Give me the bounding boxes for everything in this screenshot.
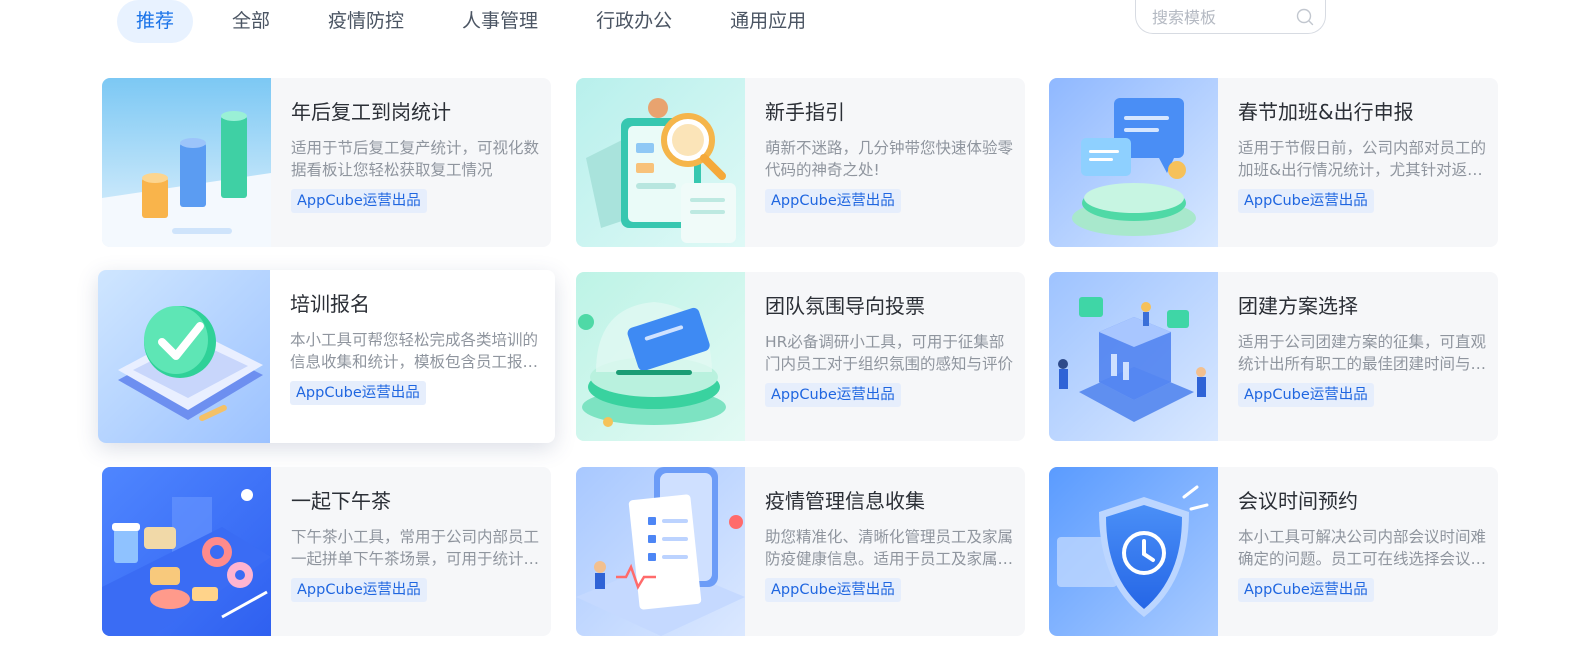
card-title: 新手指引 (765, 100, 845, 124)
publisher-badge: AppCube运营出品 (765, 189, 901, 213)
search-box (1135, 0, 1326, 34)
publisher-badge: AppCube运营出品 (1238, 189, 1374, 213)
ballot-box-illustration (576, 272, 745, 441)
checkmark-illustration (98, 270, 270, 443)
search-input[interactable] (1152, 4, 1292, 30)
tab-all[interactable]: 全部 (213, 0, 289, 43)
publisher-badge: AppCube运营出品 (1238, 578, 1374, 602)
publisher-badge: AppCube运营出品 (291, 578, 427, 602)
card-description: 助您精准化、清晰化管理员工及家属防疫健康信息。适用于员工及家属信息登记 (765, 528, 1014, 568)
card-description: 萌新不迷路，几分钟带您快速体验零代码的神奇之处! (765, 139, 1014, 179)
card-description: 适用于公司团建方案的征集，可直观统计出所有职工的最佳团建时间与方案 (1238, 333, 1487, 373)
template-card[interactable]: 年后复工到岗统计 适用于节后复工复产统计，可视化数据看板让您轻松获取复工情况 A… (102, 78, 551, 247)
card-title: 培训报名 (290, 292, 370, 316)
card-description: 适用于节后复工复产统计，可视化数据看板让您轻松获取复工情况 (291, 139, 540, 179)
template-card[interactable]: 一起下午茶 下午茶小工具，常用于公司内部员工一起拼单下午茶场景，可用于统计订单 … (102, 467, 551, 636)
card-title: 春节加班&出行申报 (1238, 100, 1414, 124)
publisher-badge: AppCube运营出品 (1238, 383, 1374, 407)
template-card[interactable]: 团队氛围导向投票 HR必备调研小工具，可用于征集部门内员工对于组织氛围的感知与评… (576, 272, 1025, 441)
publisher-badge: AppCube运营出品 (291, 189, 427, 213)
card-description: HR必备调研小工具，可用于征集部门内员工对于组织氛围的感知与评价 (765, 333, 1014, 373)
template-card[interactable]: 培训报名 本小工具可帮您轻松完成各类培训的信息收集和统计，模板包含员工报名信息 … (98, 270, 555, 443)
card-description: 本小工具可帮您轻松完成各类培训的信息收集和统计，模板包含员工报名信息 (290, 331, 539, 371)
card-title: 一起下午茶 (291, 489, 391, 513)
tab-epidemic-prevention[interactable]: 疫情防控 (309, 0, 423, 43)
card-description: 本小工具可解决公司内部会议时间难确定的问题。员工可在线选择会议时间 (1238, 528, 1487, 568)
template-card[interactable]: 疫情管理信息收集 助您精准化、清晰化管理员工及家属防疫健康信息。适用于员工及家属… (576, 467, 1025, 636)
publisher-badge: AppCube运营出品 (765, 578, 901, 602)
card-title: 会议时间预约 (1238, 489, 1358, 513)
template-card[interactable]: 新手指引 萌新不迷路，几分钟带您快速体验零代码的神奇之处! AppCube运营出… (576, 78, 1025, 247)
bar-chart-illustration (102, 78, 271, 247)
template-card[interactable]: 团建方案选择 适用于公司团建方案的征集，可直观统计出所有职工的最佳团建时间与方案… (1049, 272, 1498, 441)
card-description: 适用于节假日前，公司内部对员工的加班&出行情况统计，尤其针对返乡人员的统计 (1238, 139, 1487, 179)
card-title: 年后复工到岗统计 (291, 100, 451, 124)
card-description: 下午茶小工具，常用于公司内部员工一起拼单下午茶场景，可用于统计订单 (291, 528, 540, 568)
tab-recommended[interactable]: 推荐 (117, 0, 194, 43)
search-icon[interactable] (1295, 7, 1315, 27)
tab-general-apps[interactable]: 通用应用 (711, 0, 825, 43)
template-card[interactable]: 会议时间预约 本小工具可解决公司内部会议时间难确定的问题。员工可在线选择会议时间… (1049, 467, 1498, 636)
card-title: 团建方案选择 (1238, 294, 1358, 318)
health-form-illustration (576, 467, 745, 636)
card-title: 团队氛围导向投票 (765, 294, 925, 318)
afternoon-tea-illustration (102, 467, 271, 636)
category-tabs: 推荐 全部 疫情防控 人事管理 行政办公 通用应用 (117, 0, 845, 43)
tab-admin-office[interactable]: 行政办公 (577, 0, 691, 43)
template-card[interactable]: 春节加班&出行申报 适用于节假日前，公司内部对员工的加班&出行情况统计，尤其针对… (1049, 78, 1498, 247)
card-title: 疫情管理信息收集 (765, 489, 925, 513)
chat-bubbles-illustration (1049, 78, 1218, 247)
tab-hr-management[interactable]: 人事管理 (443, 0, 557, 43)
shield-clock-illustration (1049, 467, 1218, 636)
publisher-badge: AppCube运营出品 (765, 383, 901, 407)
team-building-illustration (1049, 272, 1218, 441)
publisher-badge: AppCube运营出品 (290, 381, 426, 405)
magnifier-document-illustration (576, 78, 745, 247)
